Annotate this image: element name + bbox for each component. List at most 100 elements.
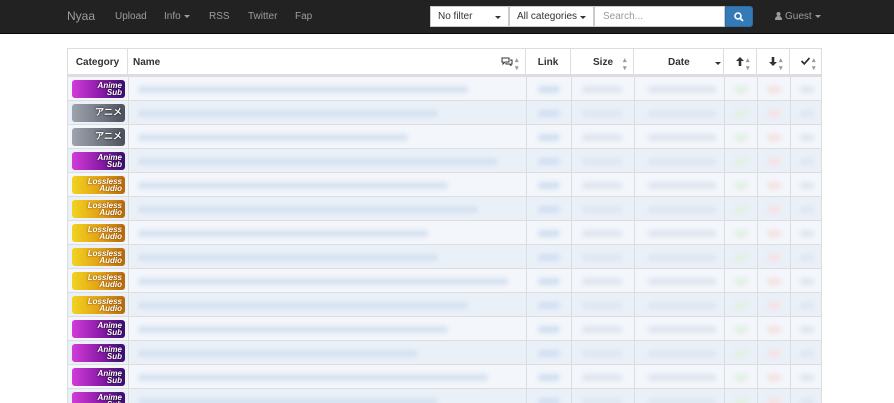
category-badge-label: Lossless Audio bbox=[88, 226, 122, 241]
category-badge[interactable]: AnimeSub bbox=[72, 152, 125, 170]
cell-divider bbox=[526, 125, 527, 149]
cell-divider bbox=[571, 221, 572, 245]
obscured-cell-content bbox=[734, 278, 748, 285]
header-completed[interactable]: ▴ ▾ bbox=[790, 49, 821, 74]
cell-divider bbox=[634, 317, 635, 341]
category-badge[interactable]: アニメ bbox=[72, 128, 125, 146]
header-category[interactable]: Category bbox=[68, 49, 128, 74]
obscured-cell-content bbox=[800, 86, 814, 93]
cell-divider bbox=[571, 317, 572, 341]
header-leechers[interactable]: ▴ ▾ bbox=[757, 49, 790, 74]
category-badge[interactable]: Lossless Audio bbox=[72, 296, 125, 314]
obscured-cell-content bbox=[767, 374, 781, 381]
obscured-cell-content bbox=[767, 350, 781, 357]
cell-divider bbox=[757, 317, 758, 341]
cell-divider bbox=[757, 221, 758, 245]
category-badge[interactable]: Lossless Audio bbox=[72, 248, 125, 266]
brand-logo[interactable]: Nyaa bbox=[67, 9, 95, 23]
category-badge-label: AnimeSub bbox=[98, 154, 122, 169]
category-badge[interactable]: Lossless Audio bbox=[72, 176, 125, 194]
table-row: Lossless Audio bbox=[68, 220, 821, 245]
cell-divider bbox=[526, 365, 527, 389]
obscured-cell-content bbox=[734, 206, 748, 213]
category-badge-line2: Audio bbox=[99, 304, 122, 313]
cell-divider bbox=[128, 317, 129, 341]
cell-divider bbox=[757, 365, 758, 389]
category-badge[interactable]: AnimeSub bbox=[72, 320, 125, 338]
table-row: AnimeSub bbox=[68, 76, 821, 101]
category-badge[interactable]: AnimeSub bbox=[72, 368, 125, 386]
obscured-cell-content bbox=[538, 326, 560, 333]
category-badge[interactable]: アニメ bbox=[72, 104, 125, 122]
cell-divider bbox=[634, 293, 635, 317]
obscured-cell-content bbox=[538, 302, 560, 309]
category-badge[interactable]: AnimeSub bbox=[72, 80, 125, 98]
obscured-cell-content bbox=[800, 230, 814, 237]
cell-divider bbox=[724, 221, 725, 245]
header-date[interactable]: Date bbox=[634, 49, 724, 74]
obscured-cell-content bbox=[538, 134, 560, 141]
header-size[interactable]: Size ▴ ▾ bbox=[571, 49, 634, 74]
category-badge[interactable]: AnimeSub bbox=[72, 392, 125, 403]
user-menu[interactable]: Guest bbox=[775, 11, 821, 22]
category-badge[interactable]: Lossless Audio bbox=[72, 272, 125, 290]
category-select-value: All categories bbox=[517, 11, 578, 22]
table-header: Category Name ▴▾ Link Size ▴▾ Date ▴▾ bbox=[68, 49, 821, 76]
header-name[interactable]: Name ▴ ▾ bbox=[128, 49, 526, 74]
category-badge[interactable]: AnimeSub bbox=[72, 344, 125, 362]
obscured-cell-content bbox=[582, 110, 622, 117]
cell-divider bbox=[571, 269, 572, 293]
search-input[interactable] bbox=[594, 6, 725, 27]
obscured-cell-content bbox=[538, 254, 560, 261]
cell-divider bbox=[526, 245, 527, 269]
nav-fap[interactable]: Fap bbox=[295, 11, 312, 22]
obscured-cell-content bbox=[800, 158, 814, 165]
table-row: AnimeSub bbox=[68, 340, 821, 365]
cell-divider bbox=[757, 197, 758, 221]
category-badge[interactable]: Lossless Audio bbox=[72, 200, 125, 218]
cell-divider bbox=[724, 101, 725, 125]
obscured-cell-content bbox=[648, 350, 716, 357]
category-badge-line2: Audio bbox=[99, 208, 122, 217]
filter-select[interactable]: No filter bbox=[430, 6, 509, 27]
cell-divider bbox=[634, 149, 635, 173]
cell-divider bbox=[634, 77, 635, 101]
obscured-cell-content bbox=[800, 254, 814, 261]
cell-divider bbox=[790, 173, 791, 197]
table-row: AnimeSub bbox=[68, 388, 821, 403]
category-select[interactable]: All categories bbox=[509, 6, 594, 27]
obscured-cell-content bbox=[800, 374, 814, 381]
category-badge[interactable]: Lossless Audio bbox=[72, 224, 125, 242]
header-seeders[interactable]: ▴ ▾ bbox=[724, 49, 757, 74]
cell-divider bbox=[634, 125, 635, 149]
table-row: Lossless Audio bbox=[68, 268, 821, 293]
nav-rss[interactable]: RSS bbox=[209, 11, 230, 22]
obscured-cell-content bbox=[648, 182, 716, 189]
category-badge-label: Lossless Audio bbox=[88, 178, 122, 193]
nav-info[interactable]: Info bbox=[164, 11, 190, 22]
obscured-cell-content bbox=[734, 110, 748, 117]
obscured-cell-content bbox=[734, 230, 748, 237]
obscured-cell-content bbox=[734, 86, 748, 93]
header-date-label: Date bbox=[668, 57, 690, 68]
search-button[interactable] bbox=[725, 6, 753, 27]
obscured-cell-content bbox=[538, 350, 560, 357]
obscured-cell-content bbox=[734, 398, 748, 403]
cell-divider bbox=[790, 341, 791, 365]
category-badge-line2: Sub bbox=[106, 328, 122, 337]
obscured-cell-content bbox=[582, 398, 622, 403]
obscured-cell-content bbox=[538, 206, 560, 213]
cell-divider bbox=[757, 293, 758, 317]
table-row: AnimeSub bbox=[68, 316, 821, 341]
obscured-cell-content bbox=[648, 278, 716, 285]
caret-down-icon bbox=[495, 16, 501, 19]
nav-upload[interactable]: Upload bbox=[115, 11, 147, 22]
nav-twitter[interactable]: Twitter bbox=[248, 11, 277, 22]
table-row: アニメ bbox=[68, 124, 821, 149]
obscured-cell-content bbox=[138, 398, 438, 403]
obscured-cell-content bbox=[538, 182, 560, 189]
cell-divider bbox=[128, 125, 129, 149]
header-size-label: Size bbox=[593, 57, 614, 68]
category-badge-line1: アニメ bbox=[95, 107, 122, 117]
cell-divider bbox=[634, 101, 635, 125]
